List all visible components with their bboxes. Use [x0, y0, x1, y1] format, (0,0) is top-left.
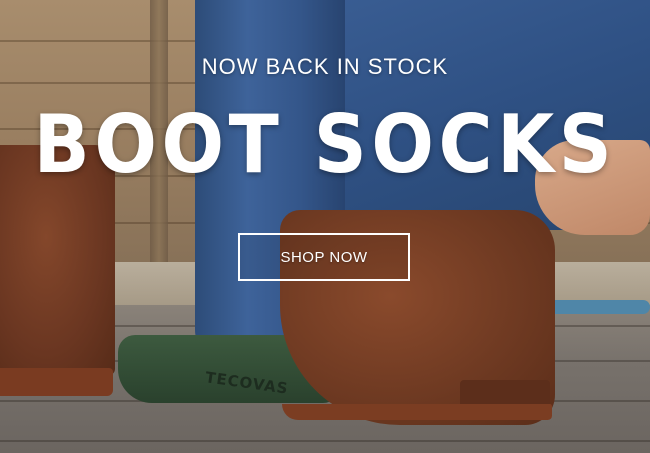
headline: BOOT SOCKS: [33, 98, 617, 191]
eyebrow-text: NOW BACK IN STOCK: [201, 54, 449, 79]
shop-now-button[interactable]: SHOP NOW: [238, 233, 410, 281]
hero-banner[interactable]: TECOVAS NOW BACK IN STOCK BOOT SOCKS SHO…: [0, 0, 650, 453]
hero-overlay: NOW BACK IN STOCK BOOT SOCKS SHOP NOW: [0, 0, 650, 453]
